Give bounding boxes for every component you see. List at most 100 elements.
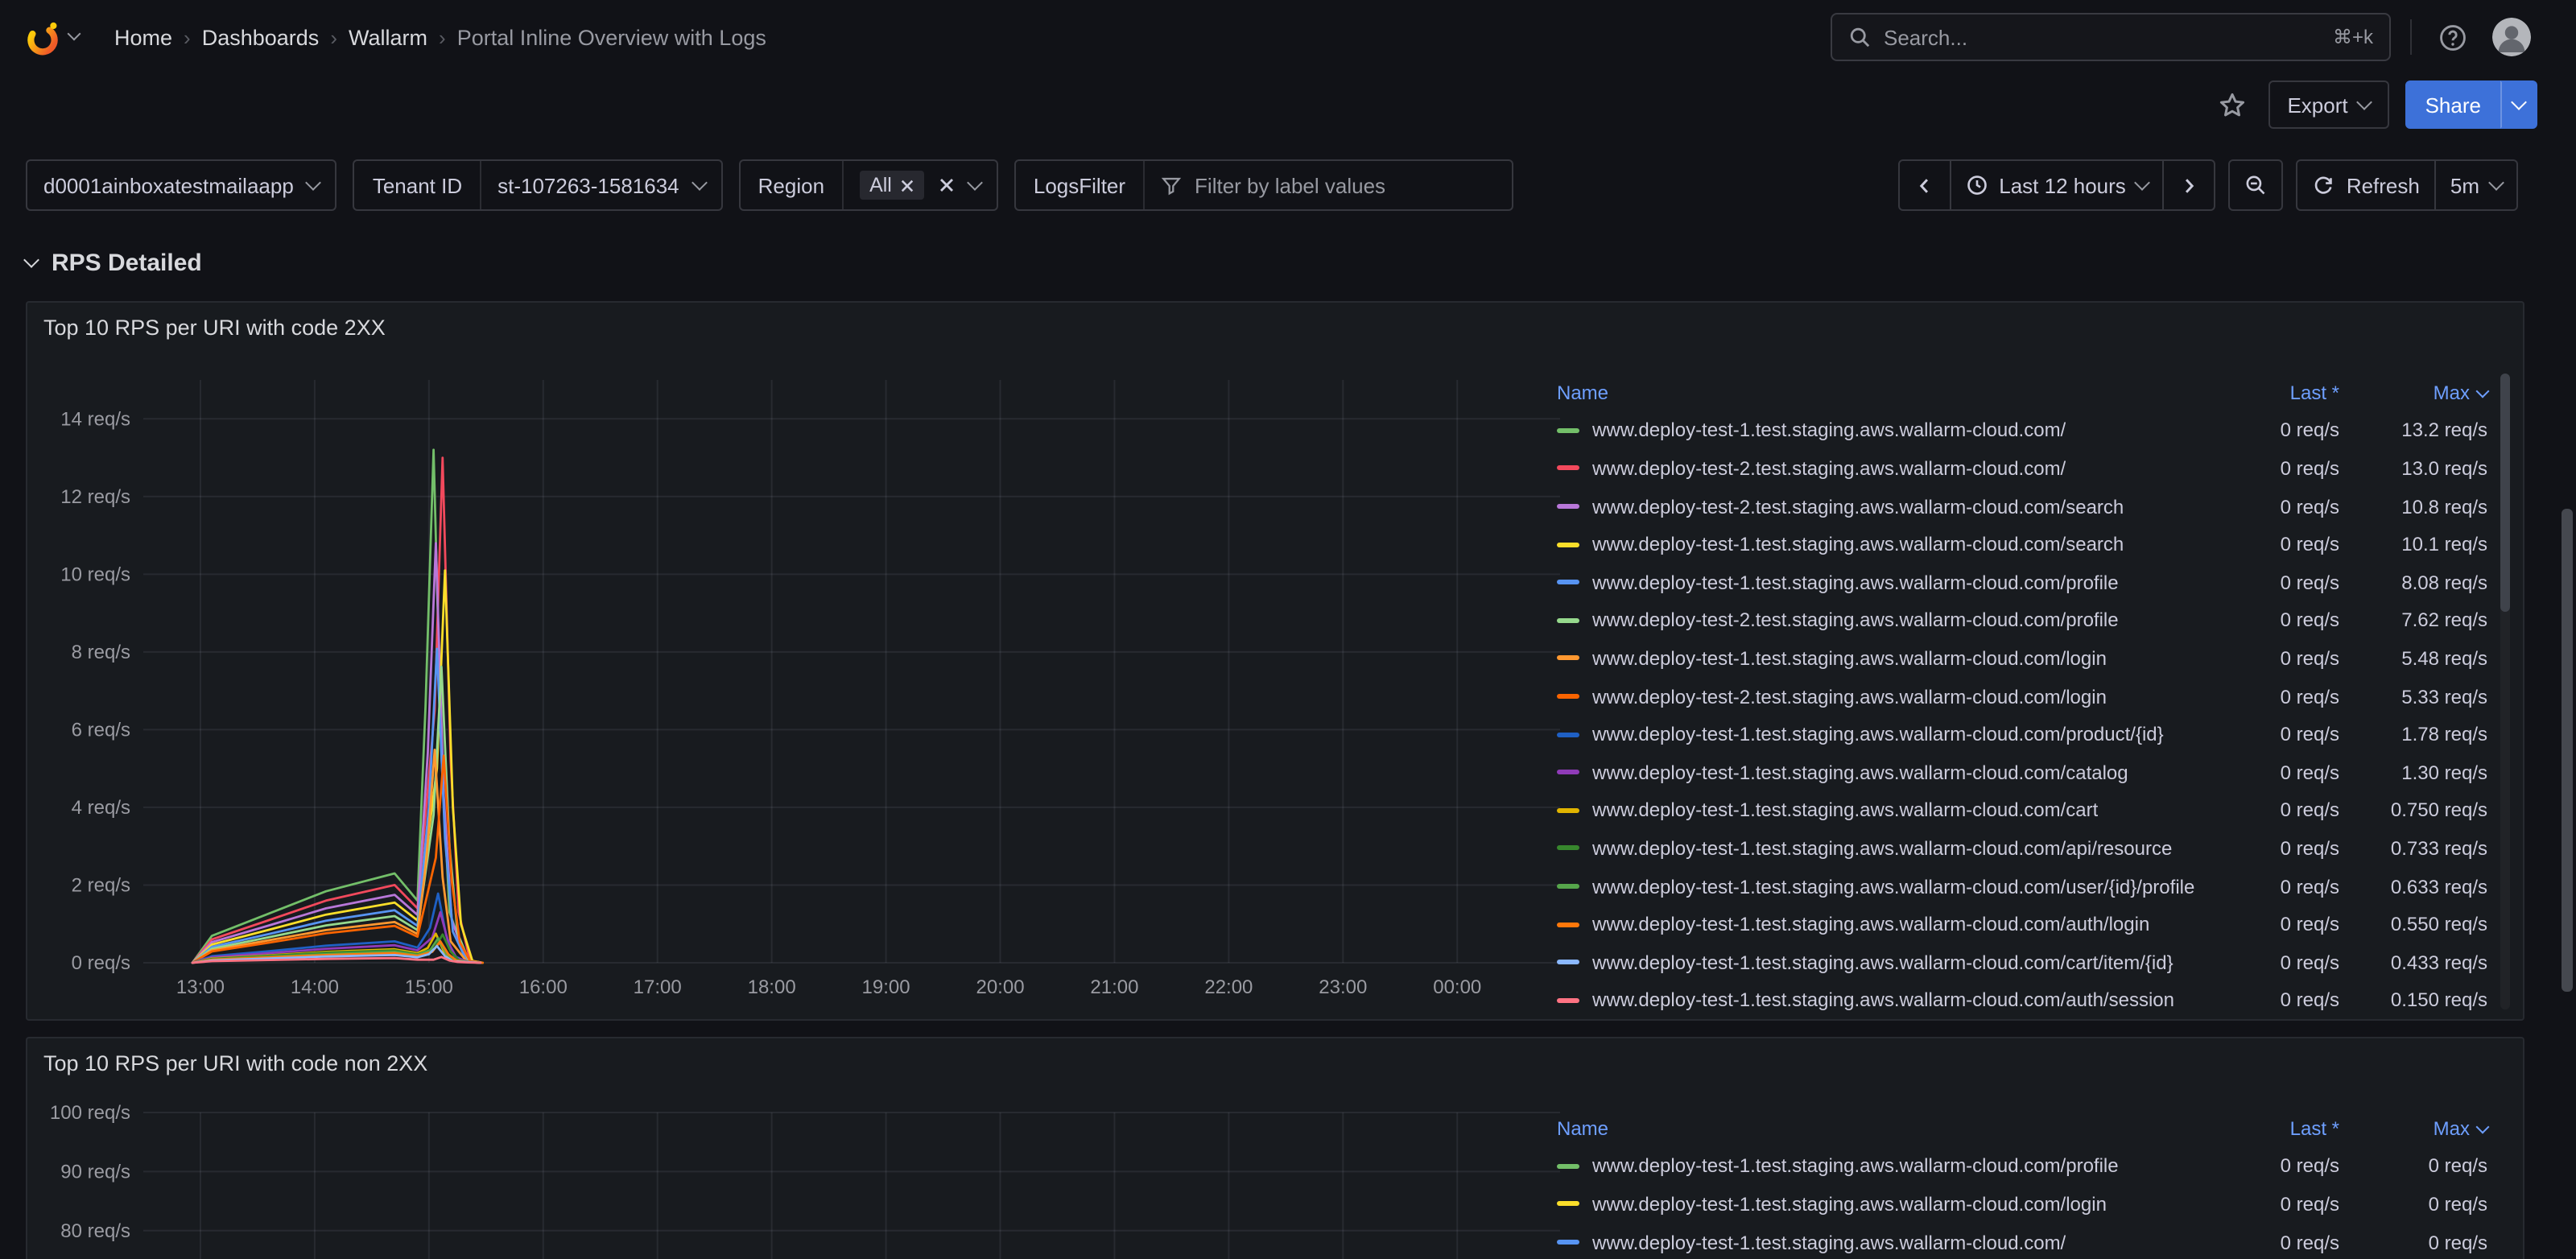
search-input[interactable]: Search... ⌘+k: [1831, 13, 2391, 61]
remove-tag-icon[interactable]: [900, 178, 914, 192]
series-last-value: 0 req/s: [2211, 419, 2339, 442]
series-max-value: 0.433 req/s: [2339, 951, 2487, 973]
timeseries-chart-non-2xx[interactable]: 0 req/s10 req/s20 req/s30 req/s40 req/s5…: [40, 1093, 1570, 1259]
series-color-swatch: [1557, 884, 1579, 889]
series-color-swatch: [1557, 542, 1579, 547]
clear-selection-icon[interactable]: [939, 177, 955, 193]
legend-col-last[interactable]: Last *: [2211, 382, 2339, 404]
panel-title[interactable]: Top 10 RPS per URI with code non 2XX: [43, 1051, 427, 1075]
page-scrollbar[interactable]: [2562, 0, 2573, 1259]
svg-text:2 req/s: 2 req/s: [72, 874, 130, 896]
help-button[interactable]: [2431, 16, 2473, 58]
region-dropdown[interactable]: Region All: [739, 159, 998, 211]
svg-text:23:00: 23:00: [1319, 976, 1367, 998]
breadcrumb-separator-icon: ›: [439, 25, 446, 49]
star-dashboard-button[interactable]: [2211, 80, 2252, 129]
series-color-swatch: [1557, 504, 1579, 509]
org-menu-button[interactable]: [23, 17, 79, 57]
series-last-value: 0 req/s: [2211, 1155, 2339, 1178]
legend-col-last[interactable]: Last *: [2211, 1117, 2339, 1140]
series-name: www.deploy-test-1.test.staging.aws.walla…: [1592, 799, 2098, 822]
legend-row[interactable]: www.deploy-test-1.test.staging.aws.walla…: [1557, 906, 2487, 943]
series-color-swatch: [1557, 846, 1579, 851]
svg-text:80 req/s: 80 req/s: [60, 1220, 130, 1242]
refresh-interval-picker[interactable]: 5m: [2436, 159, 2518, 211]
svg-text:13:00: 13:00: [176, 976, 225, 998]
region-selected-tag[interactable]: All: [860, 171, 924, 200]
legend-row[interactable]: www.deploy-test-1.test.staging.aws.walla…: [1557, 1185, 2487, 1223]
legend-row[interactable]: www.deploy-test-1.test.staging.aws.walla…: [1557, 981, 2487, 1019]
legend-col-name[interactable]: Name: [1557, 1117, 2211, 1140]
app-variable-dropdown[interactable]: d0001ainboxatestmailaapp: [26, 159, 337, 211]
series-color-swatch: [1557, 656, 1579, 661]
series-last-value: 0 req/s: [2211, 572, 2339, 594]
search-shortcut-hint: ⌘+k: [2333, 26, 2373, 48]
series-max-value: 10.8 req/s: [2339, 495, 2487, 518]
panel-rps-2xx: Top 10 RPS per URI with code 2XX 0 req/s…: [26, 301, 2524, 1021]
legend-row[interactable]: www.deploy-test-1.test.staging.aws.walla…: [1557, 411, 2487, 449]
legend-row[interactable]: www.deploy-test-1.test.staging.aws.walla…: [1557, 716, 2487, 753]
timeseries-chart-2xx[interactable]: 0 req/s2 req/s4 req/s6 req/s8 req/s10 re…: [40, 357, 1570, 1014]
refresh-icon: [2313, 174, 2335, 196]
chevron-down-icon: [306, 174, 322, 190]
series-name: www.deploy-test-2.test.staging.aws.walla…: [1592, 685, 2107, 708]
legend-row[interactable]: www.deploy-test-1.test.staging.aws.walla…: [1557, 526, 2487, 563]
logs-filter-input[interactable]: Filter by label values: [1145, 161, 1512, 209]
series-last-value: 0 req/s: [2211, 951, 2339, 973]
panel-title[interactable]: Top 10 RPS per URI with code 2XX: [43, 316, 386, 340]
legend-row[interactable]: www.deploy-test-1.test.staging.aws.walla…: [1557, 1147, 2487, 1185]
tenant-id-dropdown[interactable]: Tenant ID st-107263-1581634: [353, 159, 723, 211]
time-shift-back-button[interactable]: [1897, 159, 1951, 211]
user-avatar[interactable]: [2492, 18, 2531, 56]
time-controls: Last 12 hours: [1897, 159, 2518, 211]
legend-col-name[interactable]: Name: [1557, 382, 2211, 404]
legend-row[interactable]: www.deploy-test-1.test.staging.aws.walla…: [1557, 639, 2487, 677]
breadcrumb-home[interactable]: Home: [114, 25, 172, 49]
share-button[interactable]: Share: [2406, 80, 2500, 129]
page-scrollbar-thumb[interactable]: [2562, 509, 2573, 992]
export-button[interactable]: Export: [2268, 80, 2389, 129]
breadcrumb-separator-icon: ›: [330, 25, 337, 49]
legend-col-max[interactable]: Max: [2339, 382, 2487, 404]
legend-row[interactable]: www.deploy-test-2.test.staging.aws.walla…: [1557, 488, 2487, 526]
zoom-out-time-button[interactable]: [2229, 159, 2284, 211]
legend-row[interactable]: www.deploy-test-1.test.staging.aws.walla…: [1557, 943, 2487, 981]
legend-row[interactable]: www.deploy-test-1.test.staging.aws.walla…: [1557, 1224, 2487, 1259]
legend-row[interactable]: www.deploy-test-2.test.staging.aws.walla…: [1557, 449, 2487, 487]
legend-col-max[interactable]: Max: [2339, 1117, 2487, 1140]
top-navbar: Home › Dashboards › Wallarm › Portal Inl…: [0, 0, 2576, 74]
legend-scrollbar-thumb[interactable]: [2500, 374, 2510, 612]
breadcrumb-folder[interactable]: Wallarm: [349, 25, 427, 49]
legend-row[interactable]: www.deploy-test-1.test.staging.aws.walla…: [1557, 829, 2487, 867]
share-menu-button[interactable]: [2500, 80, 2537, 129]
logs-filter-control[interactable]: LogsFilter Filter by label values: [1014, 159, 1513, 211]
legend-row[interactable]: www.deploy-test-2.test.staging.aws.walla…: [1557, 678, 2487, 716]
time-shift-forward-button[interactable]: [2165, 159, 2216, 211]
series-name: www.deploy-test-1.test.staging.aws.walla…: [1592, 1155, 2119, 1178]
chevron-down-icon: [2135, 174, 2151, 190]
breadcrumb-dashboards[interactable]: Dashboards: [202, 25, 320, 49]
legend-row[interactable]: www.deploy-test-1.test.staging.aws.walla…: [1557, 791, 2487, 829]
export-label: Export: [2287, 93, 2347, 117]
navbar-divider: [2410, 19, 2412, 55]
refresh-button[interactable]: Refresh: [2297, 159, 2436, 211]
series-color-swatch: [1557, 960, 1579, 964]
svg-text:100 req/s: 100 req/s: [50, 1102, 130, 1124]
legend-scrollbar[interactable]: [2500, 374, 2510, 1009]
row-rps-detailed-toggle[interactable]: RPS Detailed: [26, 243, 202, 282]
legend-row[interactable]: www.deploy-test-1.test.staging.aws.walla…: [1557, 753, 2487, 791]
time-range-picker-button[interactable]: Last 12 hours: [1951, 159, 2165, 211]
series-max-value: 0 req/s: [2339, 1193, 2487, 1216]
series-name: www.deploy-test-1.test.staging.aws.walla…: [1592, 1193, 2107, 1216]
legend-row[interactable]: www.deploy-test-2.test.staging.aws.walla…: [1557, 601, 2487, 639]
refresh-interval-value: 5m: [2450, 173, 2479, 197]
legend-row[interactable]: www.deploy-test-1.test.staging.aws.walla…: [1557, 867, 2487, 905]
svg-text:16:00: 16:00: [519, 976, 568, 998]
clock-icon: [1965, 174, 1988, 196]
legend-row[interactable]: www.deploy-test-1.test.staging.aws.walla…: [1557, 563, 2487, 601]
svg-text:20:00: 20:00: [976, 976, 1024, 998]
series-color-swatch: [1557, 1164, 1579, 1169]
svg-text:90 req/s: 90 req/s: [60, 1161, 130, 1183]
series-name: www.deploy-test-1.test.staging.aws.walla…: [1592, 989, 2174, 1012]
series-last-value: 0 req/s: [2211, 913, 2339, 935]
